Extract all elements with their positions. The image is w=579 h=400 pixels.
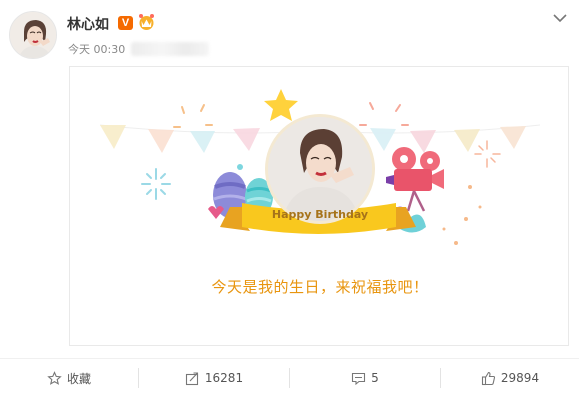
happy-birthday-banner: Happy Birthday (271, 208, 369, 221)
blurred-source (131, 42, 209, 56)
post-header: 林心如 V 今天 00:30 (0, 0, 579, 64)
avatar[interactable] (9, 11, 57, 59)
thumbs-up-icon (481, 371, 495, 385)
comment-button[interactable]: 5 (290, 359, 440, 397)
birthday-caption: 今天是我的生日，来祝福我吧！ (211, 278, 429, 296)
star-outline-icon (47, 370, 62, 385)
favorite-label: 收藏 (66, 371, 91, 386)
crown-icon (139, 14, 154, 30)
comment-icon (352, 372, 366, 385)
birthday-card[interactable]: Happy Birthday 今天是我的生日，来祝福我吧！ (69, 66, 569, 346)
like-count: 29894 (500, 371, 540, 385)
verified-v-icon: V (118, 16, 133, 30)
post-timestamp[interactable]: 今天 00:30 (68, 41, 125, 57)
share-icon (185, 371, 198, 385)
username[interactable]: 林心如 (67, 14, 109, 34)
favorite-button[interactable]: 收藏 (0, 359, 138, 397)
repost-count: 16281 (204, 371, 244, 385)
action-bar: 收藏 16281 5 29894 (0, 358, 579, 396)
chevron-down-icon[interactable] (550, 10, 570, 26)
like-button[interactable]: 29894 (441, 359, 579, 397)
repost-button[interactable]: 16281 (139, 359, 289, 397)
comment-count: 5 (371, 371, 379, 385)
